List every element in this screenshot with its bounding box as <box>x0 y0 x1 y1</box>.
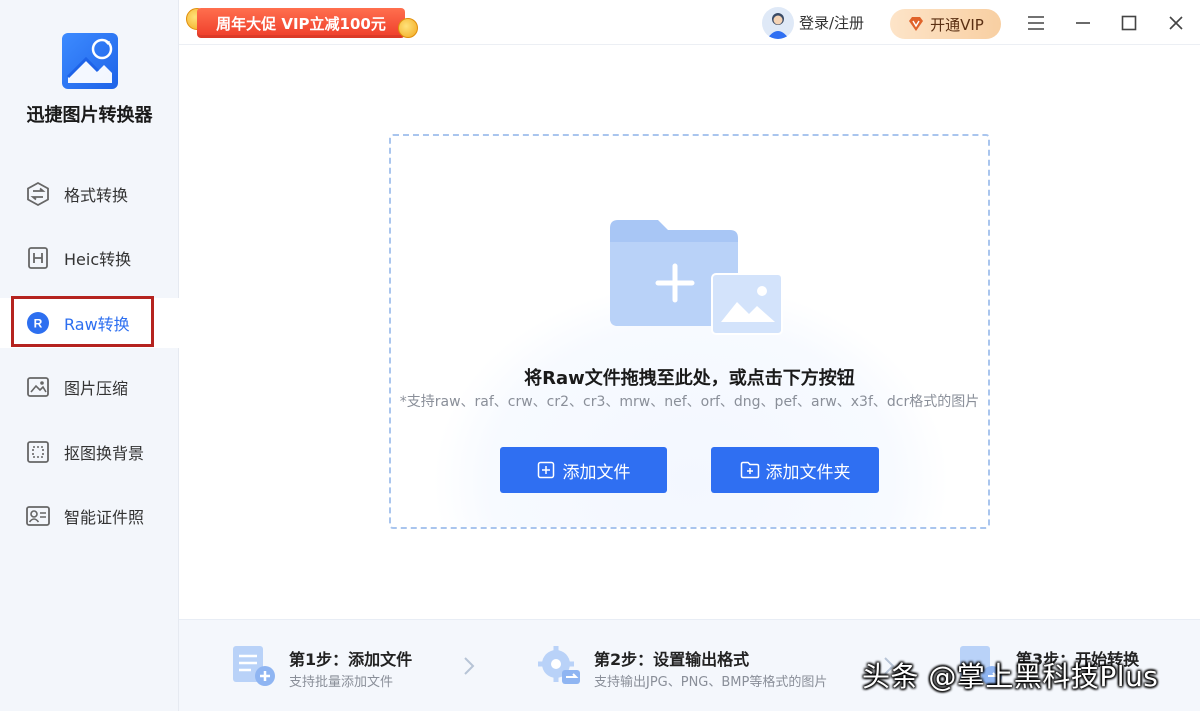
id-photo-icon <box>24 502 52 530</box>
add-folder-button[interactable]: 添加文件夹 <box>711 447 879 493</box>
format-convert-icon <box>24 180 52 208</box>
vip-button[interactable]: 开通VIP <box>890 9 1001 39</box>
sidebar-item-label: 图片压缩 <box>64 379 129 398</box>
drop-zone-title: 将Raw文件拖拽至此处，或点击下方按钮 <box>524 368 855 389</box>
vip-diamond-icon <box>907 15 925 33</box>
add-document-icon <box>231 642 277 688</box>
folder-image-icon <box>605 218 785 338</box>
cutout-icon <box>24 438 52 466</box>
add-folder-label: 添加文件夹 <box>765 462 851 483</box>
step-desc: 支持批量添加文件 <box>289 675 394 690</box>
image-compress-icon <box>24 373 52 401</box>
add-folder-icon <box>740 461 759 479</box>
svg-text:R: R <box>34 317 43 331</box>
sidebar-item-label: 抠图换背景 <box>64 444 145 463</box>
sidebar-item-label: Raw转换 <box>64 315 130 334</box>
sidebar-item-format-convert[interactable]: 格式转换 <box>0 169 179 219</box>
promo-banner[interactable]: 周年大促 VIP立减100元 <box>197 8 405 38</box>
close-icon[interactable] <box>1163 10 1189 36</box>
promo-text: 周年大促 VIP立减100元 <box>216 14 386 33</box>
raw-icon: R <box>24 309 52 337</box>
avatar[interactable] <box>762 7 794 39</box>
sidebar-item-label: Heic转换 <box>64 250 132 269</box>
minimize-icon[interactable] <box>1070 10 1096 36</box>
sidebar-item-image-compress[interactable]: 图片压缩 <box>0 362 179 412</box>
sidebar: 迅捷图片转换器 格式转换 Heic转换 R Raw转换 图片压缩 抠图换背景 智… <box>0 0 179 711</box>
step-title: 第1步：添加文件 <box>289 650 413 669</box>
maximize-icon[interactable] <box>1116 10 1142 36</box>
add-file-icon <box>537 461 555 479</box>
add-file-button[interactable]: 添加文件 <box>500 447 667 493</box>
sidebar-item-heic[interactable]: Heic转换 <box>0 233 179 283</box>
app-logo-icon <box>62 33 118 89</box>
supported-formats-hint: *支持raw、raf、crw、cr2、cr3、mrw、nef、orf、dng、p… <box>399 394 980 410</box>
heic-icon <box>24 244 52 272</box>
sidebar-item-id-photo[interactable]: 智能证件照 <box>0 491 179 541</box>
coin-icon <box>398 18 418 38</box>
sidebar-item-label: 智能证件照 <box>64 508 145 527</box>
watermark: 头条 @掌上黑科技Plus <box>862 660 1159 693</box>
step-desc: 支持输出JPG、PNG、BMP等格式的图片 <box>594 675 828 690</box>
drop-zone[interactable]: 将Raw文件拖拽至此处，或点击下方按钮 *支持raw、raf、crw、cr2、c… <box>389 134 990 529</box>
step-title: 第2步：设置输出格式 <box>594 650 750 669</box>
menu-icon[interactable] <box>1023 10 1049 36</box>
sidebar-item-cutout[interactable]: 抠图换背景 <box>0 427 179 477</box>
sidebar-item-raw[interactable]: R Raw转换 <box>0 298 179 348</box>
settings-gear-icon <box>536 642 582 688</box>
vip-label: 开通VIP <box>930 15 984 34</box>
add-file-label: 添加文件 <box>562 462 631 483</box>
app-name: 迅捷图片转换器 <box>26 105 153 126</box>
chevron-right-icon <box>459 655 479 677</box>
login-link[interactable]: 登录/注册 <box>799 12 864 33</box>
sidebar-item-label: 格式转换 <box>64 186 129 205</box>
